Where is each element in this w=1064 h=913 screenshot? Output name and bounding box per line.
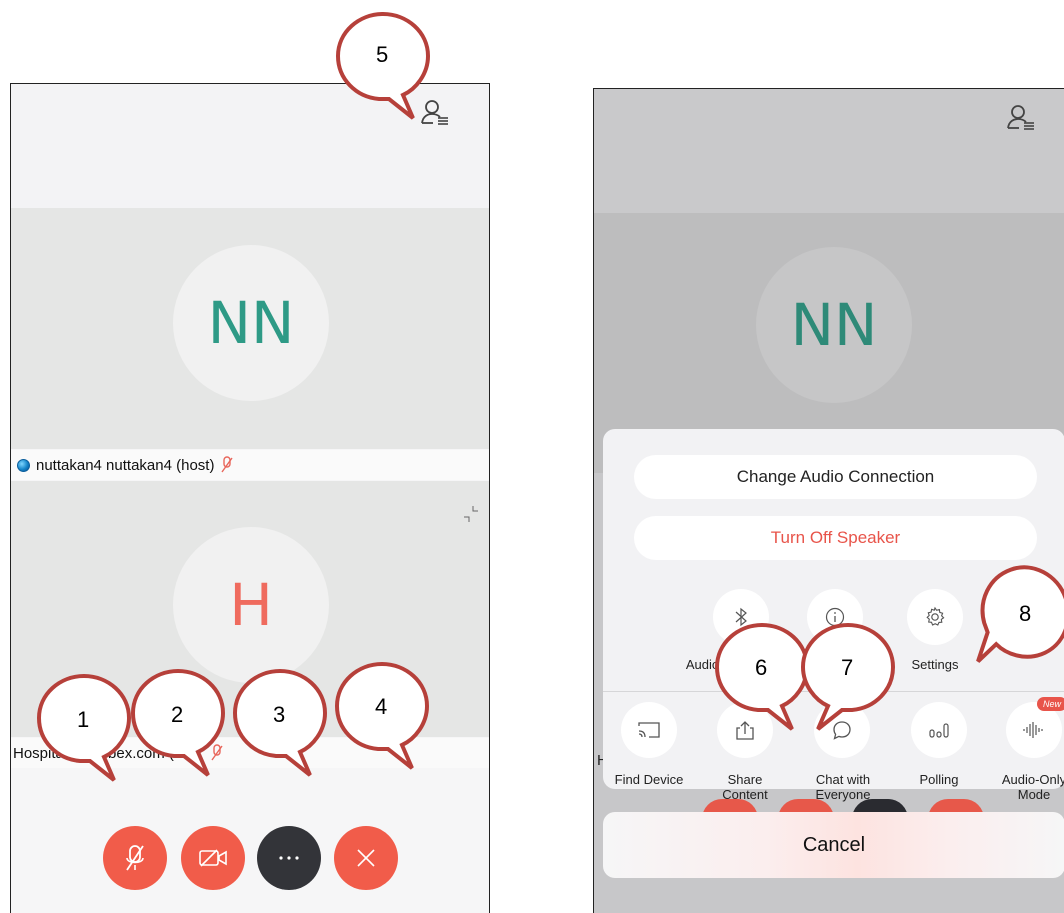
callout-1 bbox=[37, 674, 131, 782]
callout-4 bbox=[335, 662, 429, 770]
callout-6 bbox=[715, 623, 809, 731]
callout-8 bbox=[950, 553, 1064, 678]
annotation-overlay bbox=[37, 12, 1064, 782]
callout-5 bbox=[336, 12, 430, 120]
callout-2 bbox=[131, 669, 225, 777]
callout-7 bbox=[801, 623, 895, 731]
callout-3 bbox=[233, 669, 327, 777]
